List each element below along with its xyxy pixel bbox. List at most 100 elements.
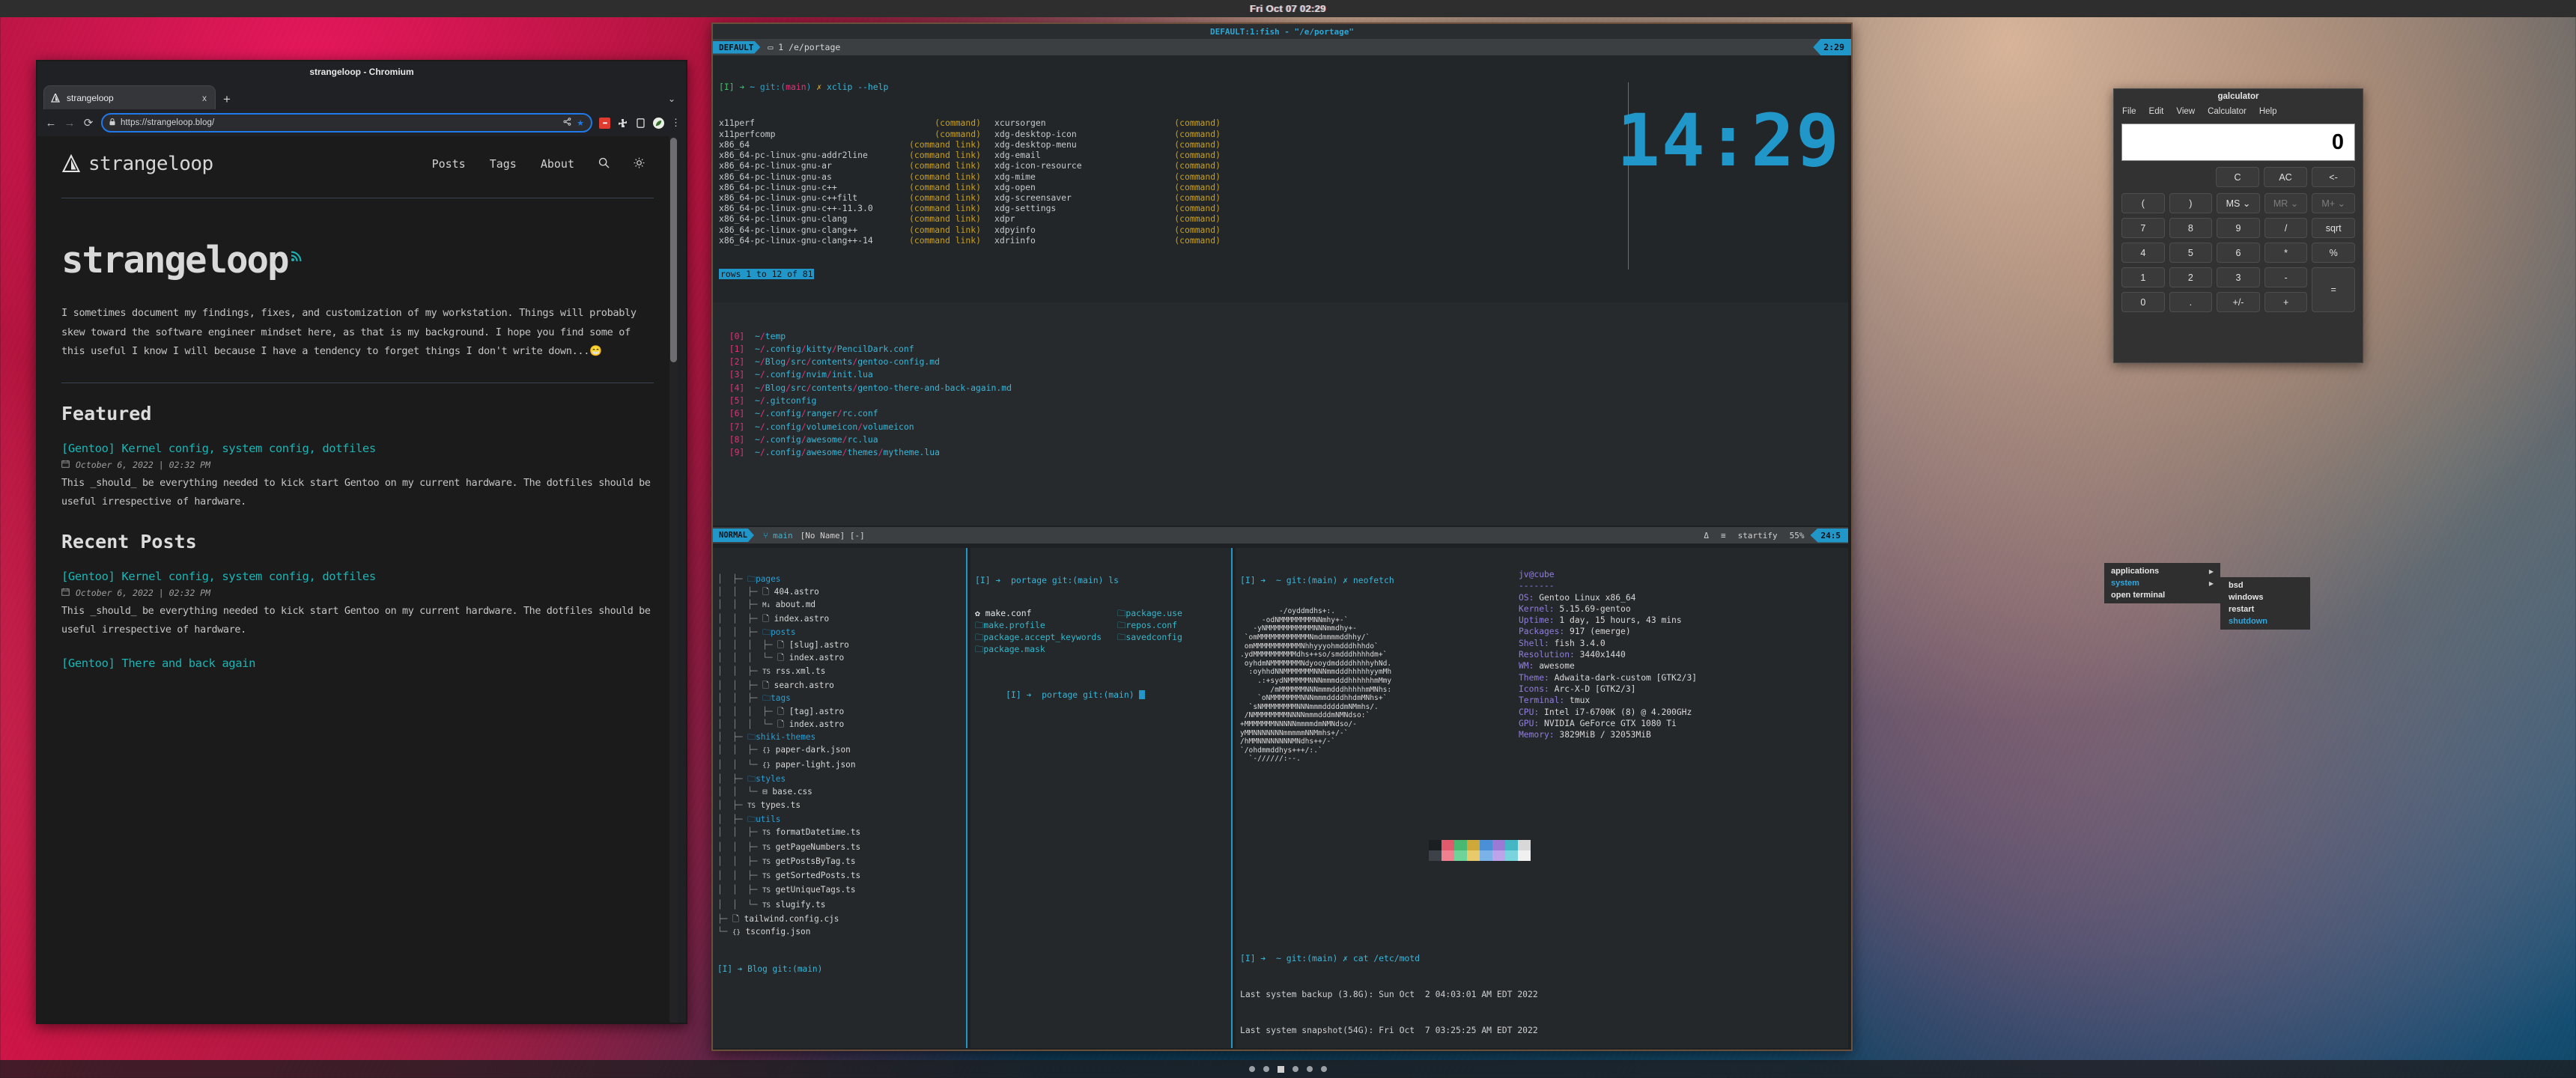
recent-file-entry[interactable]: [6] ~/.config/ranger/rc.conf [719,407,1842,420]
calc-key-multiply[interactable]: * [2264,243,2308,263]
close-icon[interactable]: x [200,93,209,103]
system-menu-item-bsd[interactable]: bsd [2220,579,2310,591]
taskbar-tag-circle-icon[interactable] [1292,1066,1298,1072]
ext-red-icon[interactable]: ••• [599,117,610,129]
tree-file[interactable]: │ │ ├─ TS getUniqueTags.ts [717,883,966,898]
post-title-link[interactable]: [Gentoo] There and back again [61,657,654,670]
completion-item[interactable]: xdpr [981,213,1138,224]
reload-button[interactable]: ⟳ [82,116,94,130]
search-icon[interactable] [598,157,610,171]
calc-key-5[interactable]: 5 [2169,243,2213,263]
completion-item[interactable]: x86_64 [719,139,899,150]
tmux-terminal-window[interactable]: DEFAULT:1:fish - "/e/portage" DEFAULT ▭ … [711,22,1853,1051]
system-menu-item-windows[interactable]: windows [2220,591,2310,603]
calc-key-add[interactable]: + [2264,292,2308,312]
menu-calculator[interactable]: Calculator [2208,107,2247,116]
calc-key-decimal-point[interactable]: . [2169,292,2213,312]
ls-entry[interactable]: 🗀repos.conf [1117,619,1177,631]
calc-key-9[interactable]: 9 [2217,218,2260,238]
tree-file[interactable]: │ │ ├─ 🗋 index.astro [717,612,966,625]
awesome-desktop-menu[interactable]: applications ▶ system ▶ open terminal bsd win… [2104,563,2310,630]
tree-folder[interactable]: │ ├─ 🗀utils [717,813,966,826]
browser-tab[interactable]: strangeloop x [43,85,216,109]
chevron-down-icon[interactable]: ⌄ [668,94,675,104]
completion-item[interactable]: xdg-icon-resource [981,160,1138,171]
ext-leaf-icon[interactable] [653,117,664,129]
calc-key-8[interactable]: 8 [2169,218,2213,238]
calc-key-divide[interactable]: / [2264,218,2308,238]
menu-help[interactable]: Help [2259,107,2277,116]
recent-file-entry[interactable]: [7] ~/.config/volumeicon/volumeicon [719,421,1842,433]
recent-file-entry[interactable]: [1] ~/.config/kitty/PencilDark.conf [719,343,1842,356]
back-button[interactable]: ← [45,117,57,130]
page-scrollbar[interactable] [669,136,678,1023]
nav-link-posts[interactable]: Posts [432,157,466,171]
share-icon[interactable] [563,118,571,128]
new-tab-button[interactable]: + [223,93,231,106]
taskbar-tag-circle-icon[interactable] [1307,1066,1313,1072]
taskbar-tag-circle-icon[interactable] [1249,1066,1255,1072]
ext-puzzle-icon[interactable] [617,118,628,129]
menu-view[interactable]: View [2176,107,2195,116]
chromium-menu-button[interactable]: ⋮ [671,117,681,129]
tree-file[interactable]: │ │ │ └─ 🗋 index.astro [717,718,966,731]
recent-file-entry[interactable]: [8] ~/.config/awesome/rc.lua [719,433,1842,446]
calc-key-6[interactable]: 6 [2217,243,2260,263]
ls-entry[interactable]: 🗀make.profile [975,619,1117,631]
calc-key-sqrt[interactable]: sqrt [2312,218,2355,238]
tree-file[interactable]: │ │ ├─ TS rss.xml.ts [717,665,966,679]
ls-entry[interactable]: 🗀package.accept_keywords [975,631,1117,643]
completion-item[interactable]: xdg-email [981,150,1138,160]
tree-file[interactable]: │ │ ├─ {} paper-dark.json [717,743,966,758]
tree-file[interactable]: │ │ ├─ TS getSortedPosts.ts [717,869,966,883]
tree-file[interactable]: │ │ ├─ 🗋 404.astro [717,585,966,598]
calc-key-3[interactable]: 3 [2217,267,2260,287]
tree-folder[interactable]: │ │ ├─ 🗀posts [717,626,966,639]
calc-key-memory-recall[interactable]: MR ⌄ [2264,193,2308,213]
completion-item[interactable]: xdpyinfo [981,225,1138,235]
post-title-link[interactable]: [Gentoo] Kernel config, system config, d… [61,570,654,583]
completion-item[interactable]: x86_64-pc-linux-gnu-c++ [719,182,899,192]
tree-folder[interactable]: │ ├─ 🗀pages [717,573,966,585]
recent-file-entry[interactable]: [5] ~/.gitconfig [719,395,1842,407]
ls-entry[interactable]: 🗀savedconfig [1117,631,1182,643]
calc-key-close-paren[interactable]: ) [2169,193,2213,213]
tree-file[interactable]: │ │ ├─ TS getPostsByTag.ts [717,855,966,869]
page-scrollbar-thumb[interactable] [670,138,677,362]
tree-file[interactable]: │ │ ├─ M↓ about.md [717,598,966,612]
desktop-menu-system-submenu[interactable]: bsd windows restart shutdown [2220,577,2310,630]
tree-file[interactable]: │ │ │ └─ 🗋 index.astro [717,651,966,664]
calc-key-memory-add[interactable]: M+ ⌄ [2312,193,2355,213]
completion-item[interactable]: xcursorgen [981,118,1138,128]
completion-item[interactable]: x86_64-pc-linux-gnu-as [719,171,899,182]
calc-key-4[interactable]: 4 [2121,243,2165,263]
sun-icon[interactable] [634,157,645,171]
completion-item[interactable]: x86_64-pc-linux-gnu-c++filt [719,192,899,203]
calc-key-7[interactable]: 7 [2121,218,2165,238]
calc-key-0[interactable]: 0 [2121,292,2165,312]
calc-key-subtract[interactable]: - [2264,267,2308,287]
taskbar-tag-circle-icon[interactable] [1321,1066,1327,1072]
completion-item[interactable]: xdriinfo [981,235,1138,246]
desktop-menu-primary[interactable]: applications ▶ system ▶ open terminal [2104,563,2220,603]
desktop-menu-item-applications[interactable]: applications ▶ [2104,565,2220,577]
recent-file-entry[interactable]: [3] ~/.config/nvim/init.lua [719,368,1842,381]
tree-folder[interactable]: │ ├─ 🗀shiki-themes [717,731,966,743]
tree-file[interactable]: │ │ │ ├─ 🗋 [tag].astro [717,705,966,718]
completion-item[interactable]: xdg-screensaver [981,192,1138,203]
completion-item[interactable]: xdg-mime [981,171,1138,182]
tmux-window-label[interactable]: ▭ 1 /e/portage [768,42,840,52]
calculator-keypad[interactable]: () MS ⌄ MR ⌄ M+ ⌄ 7 8 9/sqrt 4 5 6 *% 1 2 3- = 0. +/- + [2121,193,2355,312]
recent-file-entry[interactable]: [9] ~/.config/awesome/themes/mytheme.lua [719,446,1842,459]
terminal-pane-portage-ls[interactable]: [I] ➔ portage git:(main) ls ✿ make.conf 🗀… [970,548,1233,1048]
forward-button[interactable]: → [64,117,76,130]
completion-item[interactable]: x86_64-pc-linux-gnu-clang++-14 [719,235,899,246]
completion-item[interactable]: x86_64-pc-linux-gnu-clang++ [719,225,899,235]
ext-tablet-icon[interactable] [635,118,646,129]
calc-key-memory-store[interactable]: MS ⌄ [2217,193,2260,213]
taskbar-tag-circle-icon[interactable] [1263,1066,1269,1072]
desktop-menu-item-system[interactable]: system ▶ [2104,577,2220,589]
tree-folder[interactable]: │ │ ├─ 🗀tags [717,692,966,704]
completion-item[interactable]: x86_64-pc-linux-gnu-ar [719,160,899,171]
galculator-window[interactable]: galculator File Edit View Calculator Hel… [2113,88,2363,363]
